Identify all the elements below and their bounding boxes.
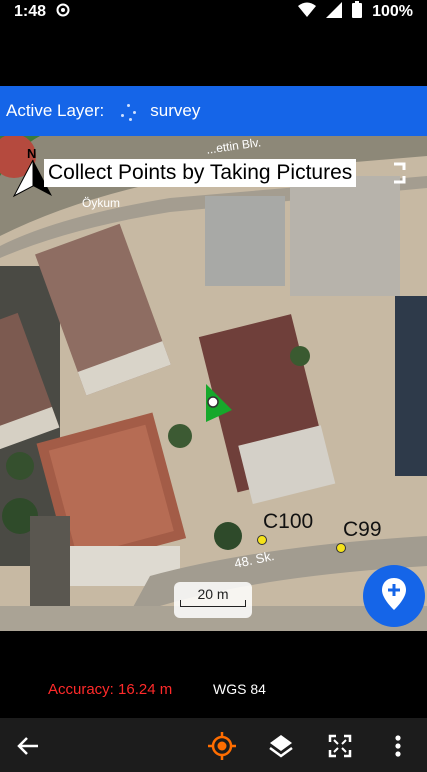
scale-bar: 20 m: [174, 582, 252, 618]
wifi-icon: [298, 2, 317, 23]
status-bar: 1:48 100%: [0, 0, 427, 24]
point-marker[interactable]: [336, 543, 346, 553]
active-layer-name: survey: [150, 101, 201, 120]
gps-locate-icon[interactable]: [208, 732, 236, 760]
more-icon[interactable]: [384, 732, 412, 760]
add-point-button[interactable]: [363, 565, 425, 627]
battery-icon: [352, 1, 363, 23]
back-icon[interactable]: [14, 732, 42, 760]
point-layer-icon: [118, 100, 140, 122]
point-marker[interactable]: [257, 535, 267, 545]
notification-icon: [56, 3, 70, 22]
active-layer-label: Active Layer:: [6, 101, 105, 120]
bottom-toolbar: [0, 718, 427, 772]
layers-icon[interactable]: [267, 732, 295, 760]
scale-line: [180, 600, 246, 607]
gps-accuracy: Accuracy: 16.24 m: [48, 681, 173, 698]
fullscreen-icon[interactable]: [326, 732, 354, 760]
point-label: C100: [263, 510, 314, 533]
map-title: Collect Points by Taking Pictures: [44, 159, 357, 187]
gps-info-row: Accuracy: 16.24 m WGS 84: [0, 676, 427, 704]
poi-label: Öykum: [82, 196, 121, 210]
map-canvas[interactable]: ...ettin Blv. Öykum 48. Sk. N C100 C99: [0, 136, 427, 631]
crs-label: WGS 84: [213, 681, 266, 697]
add-location-icon: [381, 577, 407, 616]
battery-level: 100%: [372, 3, 413, 20]
signal-icon: [326, 1, 343, 23]
status-time: 1:48: [14, 3, 47, 20]
point-label: C99: [343, 518, 382, 541]
active-layer-bar[interactable]: Active Layer: survey: [0, 86, 427, 136]
